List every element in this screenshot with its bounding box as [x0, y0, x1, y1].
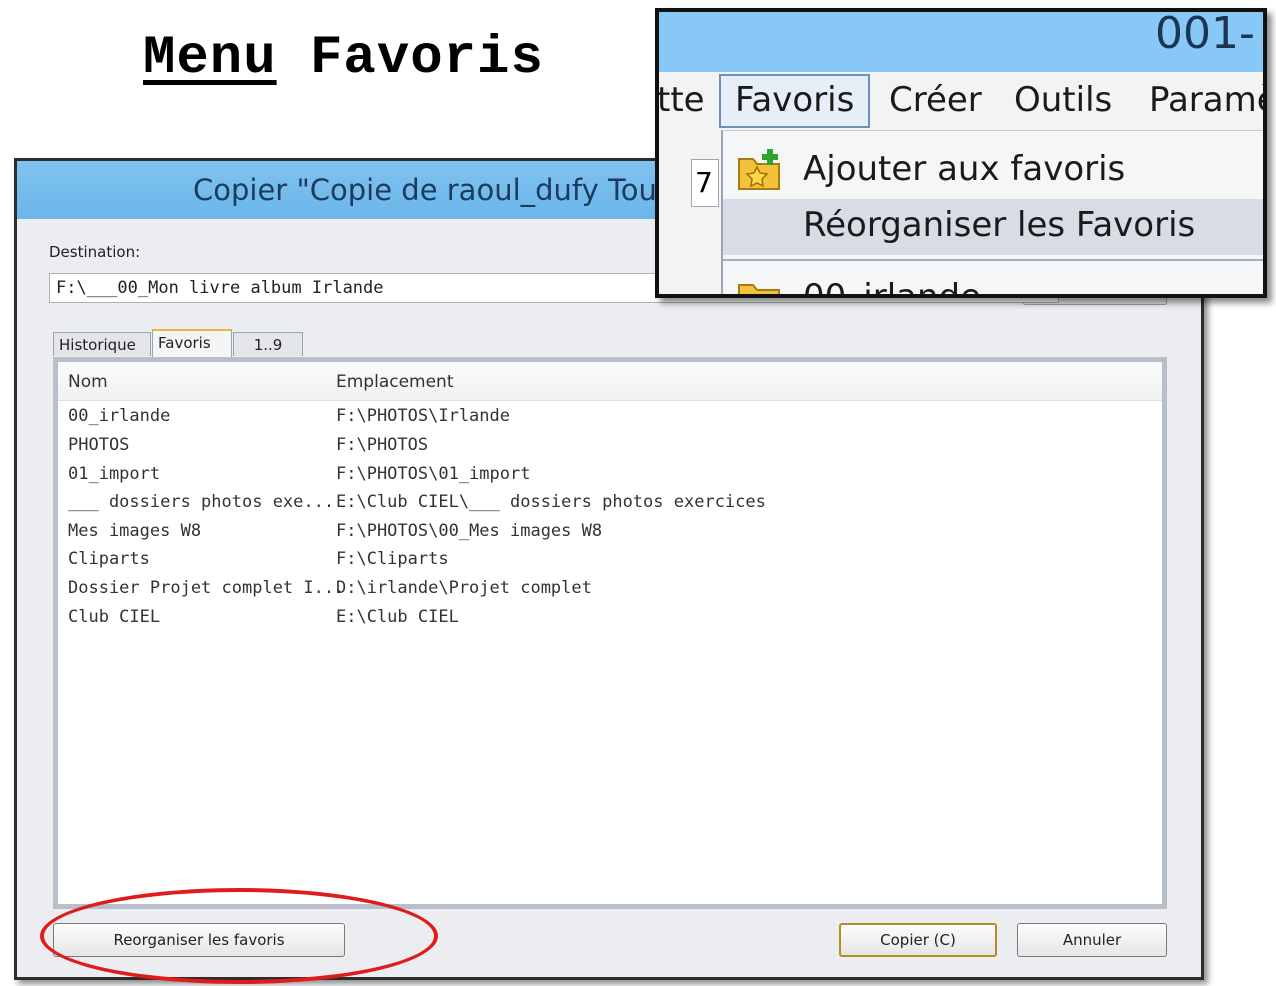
menu-inset-window: 001- tte Favoris Créer Outils Paramè 7 A…: [655, 8, 1267, 298]
slide-title-underlined: Menu: [143, 28, 277, 89]
list-row[interactable]: Cliparts F:\Cliparts: [58, 547, 1162, 576]
favoris-dropdown: Ajouter aux favoris Réorganiser les Favo…: [721, 130, 1263, 298]
row-name: Cliparts: [68, 549, 150, 569]
menu-separator: [723, 259, 1263, 261]
row-location: D:\irlande\Projet complet: [336, 578, 592, 598]
reorganize-favorites-button[interactable]: Reorganiser les favoris: [53, 923, 345, 957]
tab-historique[interactable]: Historique: [53, 332, 151, 356]
row-location: F:\PHOTOS\00_Mes images W8: [336, 521, 603, 541]
slide-title-rest: Favoris: [276, 28, 544, 89]
list-row[interactable]: Dossier Projet complet I... D:\irlande\P…: [58, 576, 1162, 605]
row-location: F:\Cliparts: [336, 549, 449, 569]
menu-parametres[interactable]: Paramè: [1149, 80, 1263, 120]
cancel-button[interactable]: Annuler: [1017, 923, 1167, 957]
slide-title: Menu Favoris: [143, 28, 544, 89]
row-location: F:\PHOTOS\Irlande: [336, 406, 510, 426]
row-name: PHOTOS: [68, 435, 130, 455]
menu-item-add-favorite[interactable]: Ajouter aux favoris: [723, 143, 1263, 199]
list-row[interactable]: 01_import F:\PHOTOS\01_import: [58, 462, 1162, 491]
folder-icon: [737, 277, 783, 294]
tab-1-9[interactable]: 1..9: [233, 332, 303, 356]
row-name: 00_irlande: [68, 406, 171, 426]
row-name: Dossier Projet complet I...: [68, 578, 345, 598]
copy-button[interactable]: Copier (C): [839, 923, 997, 957]
row-location: F:\PHOTOS: [336, 435, 429, 455]
row-location: E:\Club CIEL\___ dossiers photos exercic…: [336, 492, 766, 512]
menu-creer[interactable]: Créer: [889, 80, 982, 120]
list-header: Nom Emplacement: [58, 362, 1162, 401]
menu-item-label: 00_irlande: [803, 277, 982, 298]
star-folder-add-icon: [737, 149, 783, 191]
favorites-list[interactable]: Nom Emplacement 00_irlande F:\PHOTOS\Irl…: [53, 357, 1167, 909]
menu-item-label: Réorganiser les Favoris: [803, 205, 1196, 245]
list-row[interactable]: ___ dossiers photos exe... E:\Club CIEL\…: [58, 490, 1162, 519]
tab-favoris[interactable]: Favoris: [152, 329, 232, 358]
row-name: ___ dossiers photos exe...: [68, 492, 335, 512]
list-row[interactable]: PHOTOS F:\PHOTOS: [58, 433, 1162, 462]
menu-item-favorite-folder[interactable]: 00_irlande: [723, 271, 1263, 298]
row-name: Club CIEL: [68, 607, 161, 627]
column-header-location[interactable]: Emplacement: [336, 372, 454, 392]
destination-label: Destination:: [49, 243, 141, 261]
app-titlebar[interactable]: 001-: [659, 12, 1263, 72]
app-window-title: 001-: [1155, 8, 1255, 59]
list-row[interactable]: 00_irlande F:\PHOTOS\Irlande: [58, 404, 1162, 433]
menu-outils[interactable]: Outils: [1014, 80, 1112, 120]
column-header-name[interactable]: Nom: [68, 372, 108, 392]
row-location: F:\PHOTOS\01_import: [336, 464, 531, 484]
row-name: Mes images W8: [68, 521, 202, 541]
background-field: 7: [691, 159, 719, 207]
row-location: E:\Club CIEL: [336, 607, 459, 627]
menu-item-reorganize-favorites[interactable]: Réorganiser les Favoris: [723, 199, 1263, 255]
dialog-title: Copier "Copie de raoul_dufy Tou: [193, 173, 657, 207]
menu-edition[interactable]: tte: [659, 80, 705, 120]
menu-favoris[interactable]: Favoris: [719, 74, 871, 128]
list-row[interactable]: Mes images W8 F:\PHOTOS\00_Mes images W8: [58, 519, 1162, 548]
list-row[interactable]: Club CIEL E:\Club CIEL: [58, 605, 1162, 634]
row-name: 01_import: [68, 464, 161, 484]
menu-bar: tte Favoris Créer Outils Paramè: [659, 72, 1263, 134]
menu-item-label: Ajouter aux favoris: [803, 149, 1126, 189]
